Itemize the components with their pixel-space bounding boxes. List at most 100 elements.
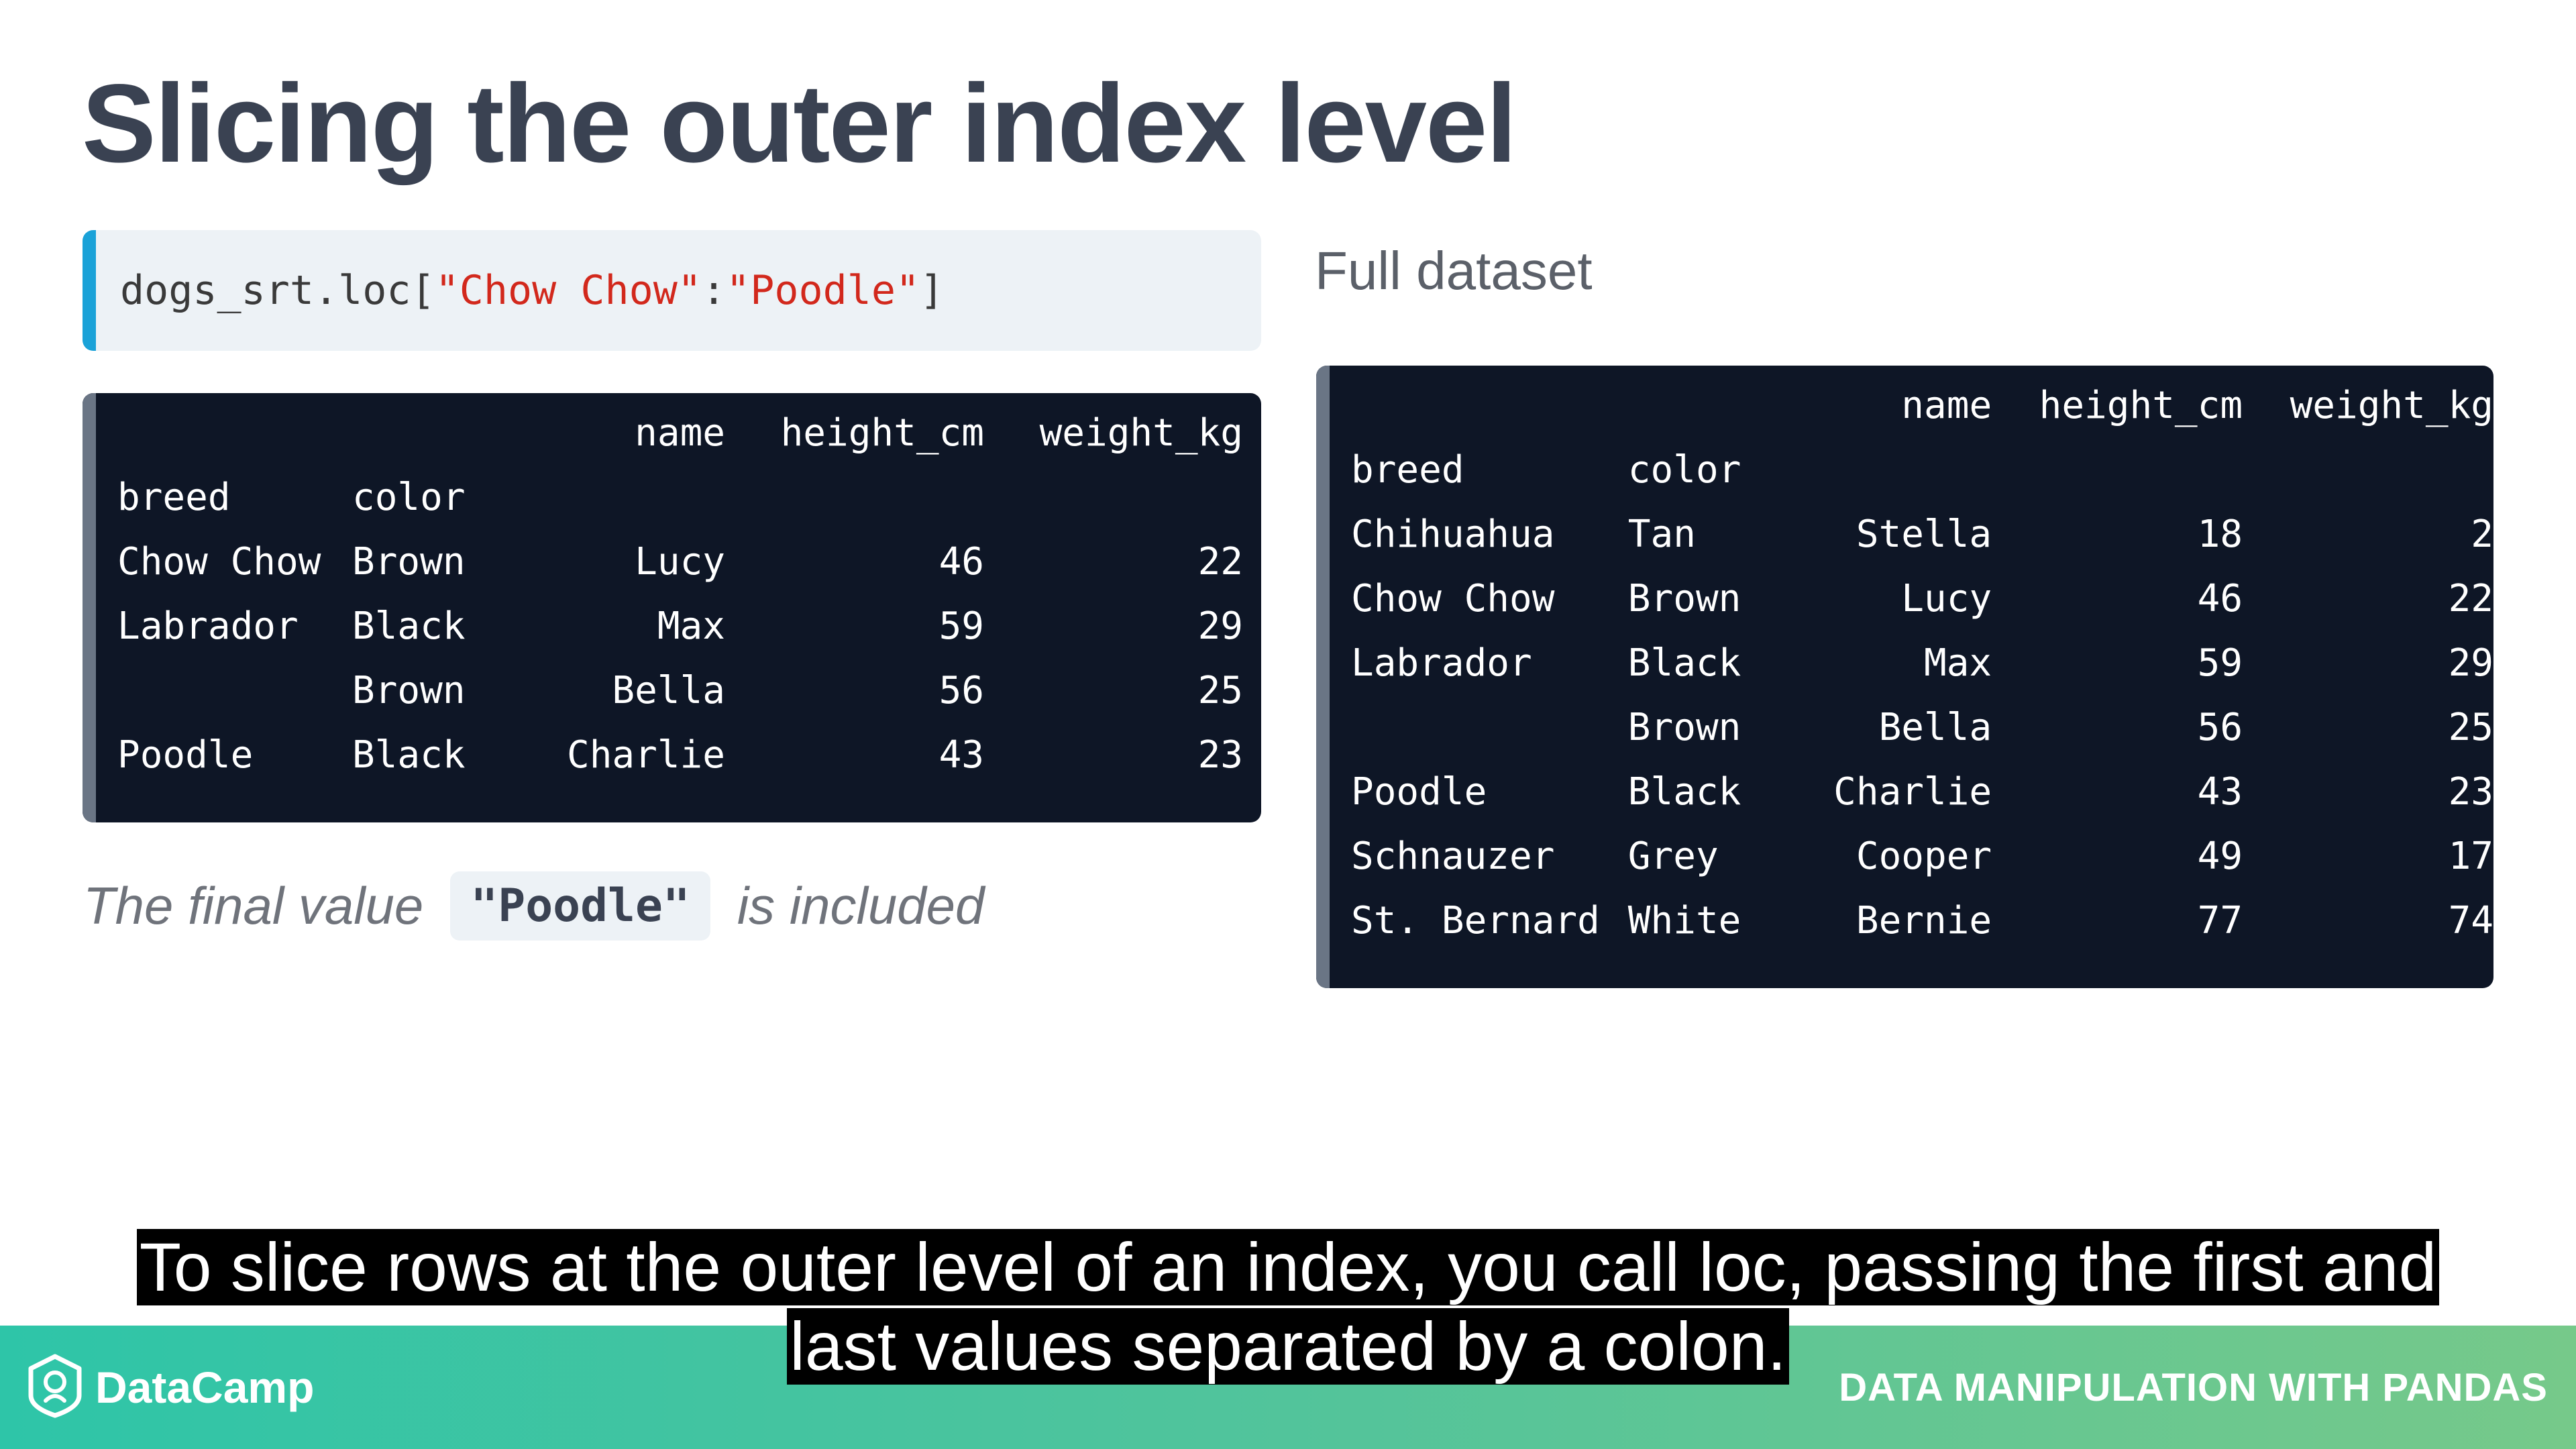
table-row: Brown Bella 56 25	[117, 659, 1243, 723]
caption-text: To slice rows at the outer level of an i…	[136, 1229, 2440, 1385]
index-name: color	[352, 476, 466, 519]
code-string-start: "Chow Chow"	[435, 267, 702, 314]
note-text-before: The final value	[83, 875, 424, 935]
table-row: Chow Chow Brown Lucy 46 22	[1351, 567, 2493, 631]
cell-weight-kg: 2	[2471, 513, 2493, 556]
cell-height-cm: 59	[938, 604, 984, 648]
cell-breed: Poodle	[117, 733, 254, 777]
header-spacer	[984, 466, 1243, 530]
cell-breed	[1351, 696, 1628, 760]
index-name: breed	[117, 476, 231, 519]
column-header: height_cm	[780, 411, 984, 455]
full-table: name height_cm weight_kg breed color Chihuahu…	[1351, 374, 2493, 953]
cell-name: Cooper	[1856, 835, 1992, 878]
table-row: Schnauzer Grey Cooper 49 17	[1351, 824, 2493, 889]
index-names-row: breed color	[117, 466, 1243, 530]
column-header: weight_kg	[1039, 411, 1243, 455]
cell-breed: Poodle	[1351, 770, 1487, 814]
header-spacer	[2243, 438, 2493, 502]
cell-name: Stella	[1856, 513, 1992, 556]
table-row: Brown Bella 56 25	[1351, 696, 2493, 760]
column-header: name	[1901, 384, 1992, 427]
cell-color: Black	[352, 733, 466, 777]
column-header: height_cm	[2039, 384, 2243, 427]
index-name: breed	[1351, 448, 1464, 492]
cell-weight-kg: 25	[1197, 669, 1243, 712]
code-string-end: "Poodle"	[726, 267, 920, 314]
cell-weight-kg: 74	[2448, 899, 2493, 943]
cell-weight-kg: 29	[1197, 604, 1243, 648]
cell-height-cm: 46	[938, 540, 984, 584]
datacamp-logo-icon	[27, 1354, 83, 1421]
cell-breed: Chow Chow	[1351, 577, 1555, 621]
full-dataset-label: Full dataset	[1315, 241, 1593, 301]
cell-height-cm: 77	[2197, 899, 2243, 943]
table-row: Chow Chow Brown Lucy 46 22	[117, 530, 1243, 594]
cell-breed: Labrador	[117, 604, 299, 648]
cell-name: Bella	[1878, 706, 1992, 749]
cell-height-cm: 46	[2197, 577, 2243, 621]
cell-name: Charlie	[1833, 770, 1992, 814]
header-spacer	[725, 466, 984, 530]
code-separator: :	[701, 267, 727, 314]
cell-breed: St. Bernard	[1351, 899, 1600, 943]
column-header: name	[635, 411, 725, 455]
cell-breed: Chow Chow	[117, 540, 321, 584]
cell-color: Black	[352, 604, 466, 648]
column-header-row: name height_cm weight_kg	[1351, 374, 2493, 438]
cell-name: Bella	[612, 669, 725, 712]
output-accent-bar	[83, 393, 96, 822]
cell-name: Lucy	[635, 540, 725, 584]
note-line: The final value "Poodle" is included	[83, 865, 984, 946]
cell-color: Black	[1627, 770, 1741, 814]
cell-name: Charlie	[566, 733, 725, 777]
cell-weight-kg: 23	[2448, 770, 2493, 814]
cell-color: Brown	[352, 669, 466, 712]
cell-breed	[117, 659, 352, 723]
code-suffix: ]	[920, 267, 945, 314]
cell-color: Brown	[1627, 706, 1741, 749]
cell-height-cm: 18	[2197, 513, 2243, 556]
table-row: Poodle Black Charlie 43 23	[1351, 760, 2493, 824]
table-row: Poodle Black Charlie 43 23	[117, 723, 1243, 788]
code-line: dogs_srt.loc["Chow Chow":"Poodle"]	[120, 267, 944, 314]
full-table-body: name height_cm weight_kg breed color Chihuahu…	[1351, 374, 2493, 953]
cell-color: Grey	[1627, 835, 1719, 878]
header-spacer	[1784, 438, 1992, 502]
subtitle-caption: To slice rows at the outer level of an i…	[91, 1228, 2485, 1386]
table-row: Chihuahua Tan Stella 18 2	[1351, 502, 2493, 567]
cell-breed: Schnauzer	[1351, 835, 1555, 878]
header-spacer	[117, 401, 352, 466]
note-text-after: is included	[737, 875, 985, 935]
header-spacer	[352, 401, 511, 466]
code-block: dogs_srt.loc["Chow Chow":"Poodle"]	[83, 230, 1261, 351]
slide-title: Slicing the outer index level	[82, 62, 1517, 186]
column-header-row: name height_cm weight_kg	[117, 401, 1243, 466]
code-prefix: dogs_srt.loc[	[120, 267, 435, 314]
cell-height-cm: 43	[938, 733, 984, 777]
cell-height-cm: 59	[2197, 641, 2243, 685]
table-row: St. Bernard White Bernie 77 74	[1351, 889, 2493, 953]
cell-weight-kg: 17	[2448, 835, 2493, 878]
output-accent-bar	[1316, 366, 1330, 988]
cell-height-cm: 43	[2197, 770, 2243, 814]
result-output: name height_cm weight_kgbreed color Chow Cho…	[83, 393, 1261, 822]
cell-weight-kg: 23	[1197, 733, 1243, 777]
result-table: name height_cm weight_kgbreed color Chow Cho…	[117, 401, 1243, 788]
cell-height-cm: 56	[938, 669, 984, 712]
cell-weight-kg: 29	[2448, 641, 2493, 685]
index-names-row: breed color	[1351, 438, 2493, 502]
cell-breed: Chihuahua	[1351, 513, 1555, 556]
header-spacer	[1628, 374, 1784, 438]
cell-height-cm: 49	[2197, 835, 2243, 878]
index-name: color	[1627, 448, 1741, 492]
header-spacer	[511, 466, 725, 530]
cell-breed: Labrador	[1351, 641, 1532, 685]
cell-name: Bernie	[1856, 899, 1992, 943]
table-row: Labrador Black Max 59 29	[117, 594, 1243, 659]
cell-color: Brown	[1627, 577, 1741, 621]
header-spacer	[1351, 374, 1628, 438]
cell-name: Lucy	[1901, 577, 1992, 621]
cell-height-cm: 56	[2197, 706, 2243, 749]
cell-color: Tan	[1627, 513, 1696, 556]
